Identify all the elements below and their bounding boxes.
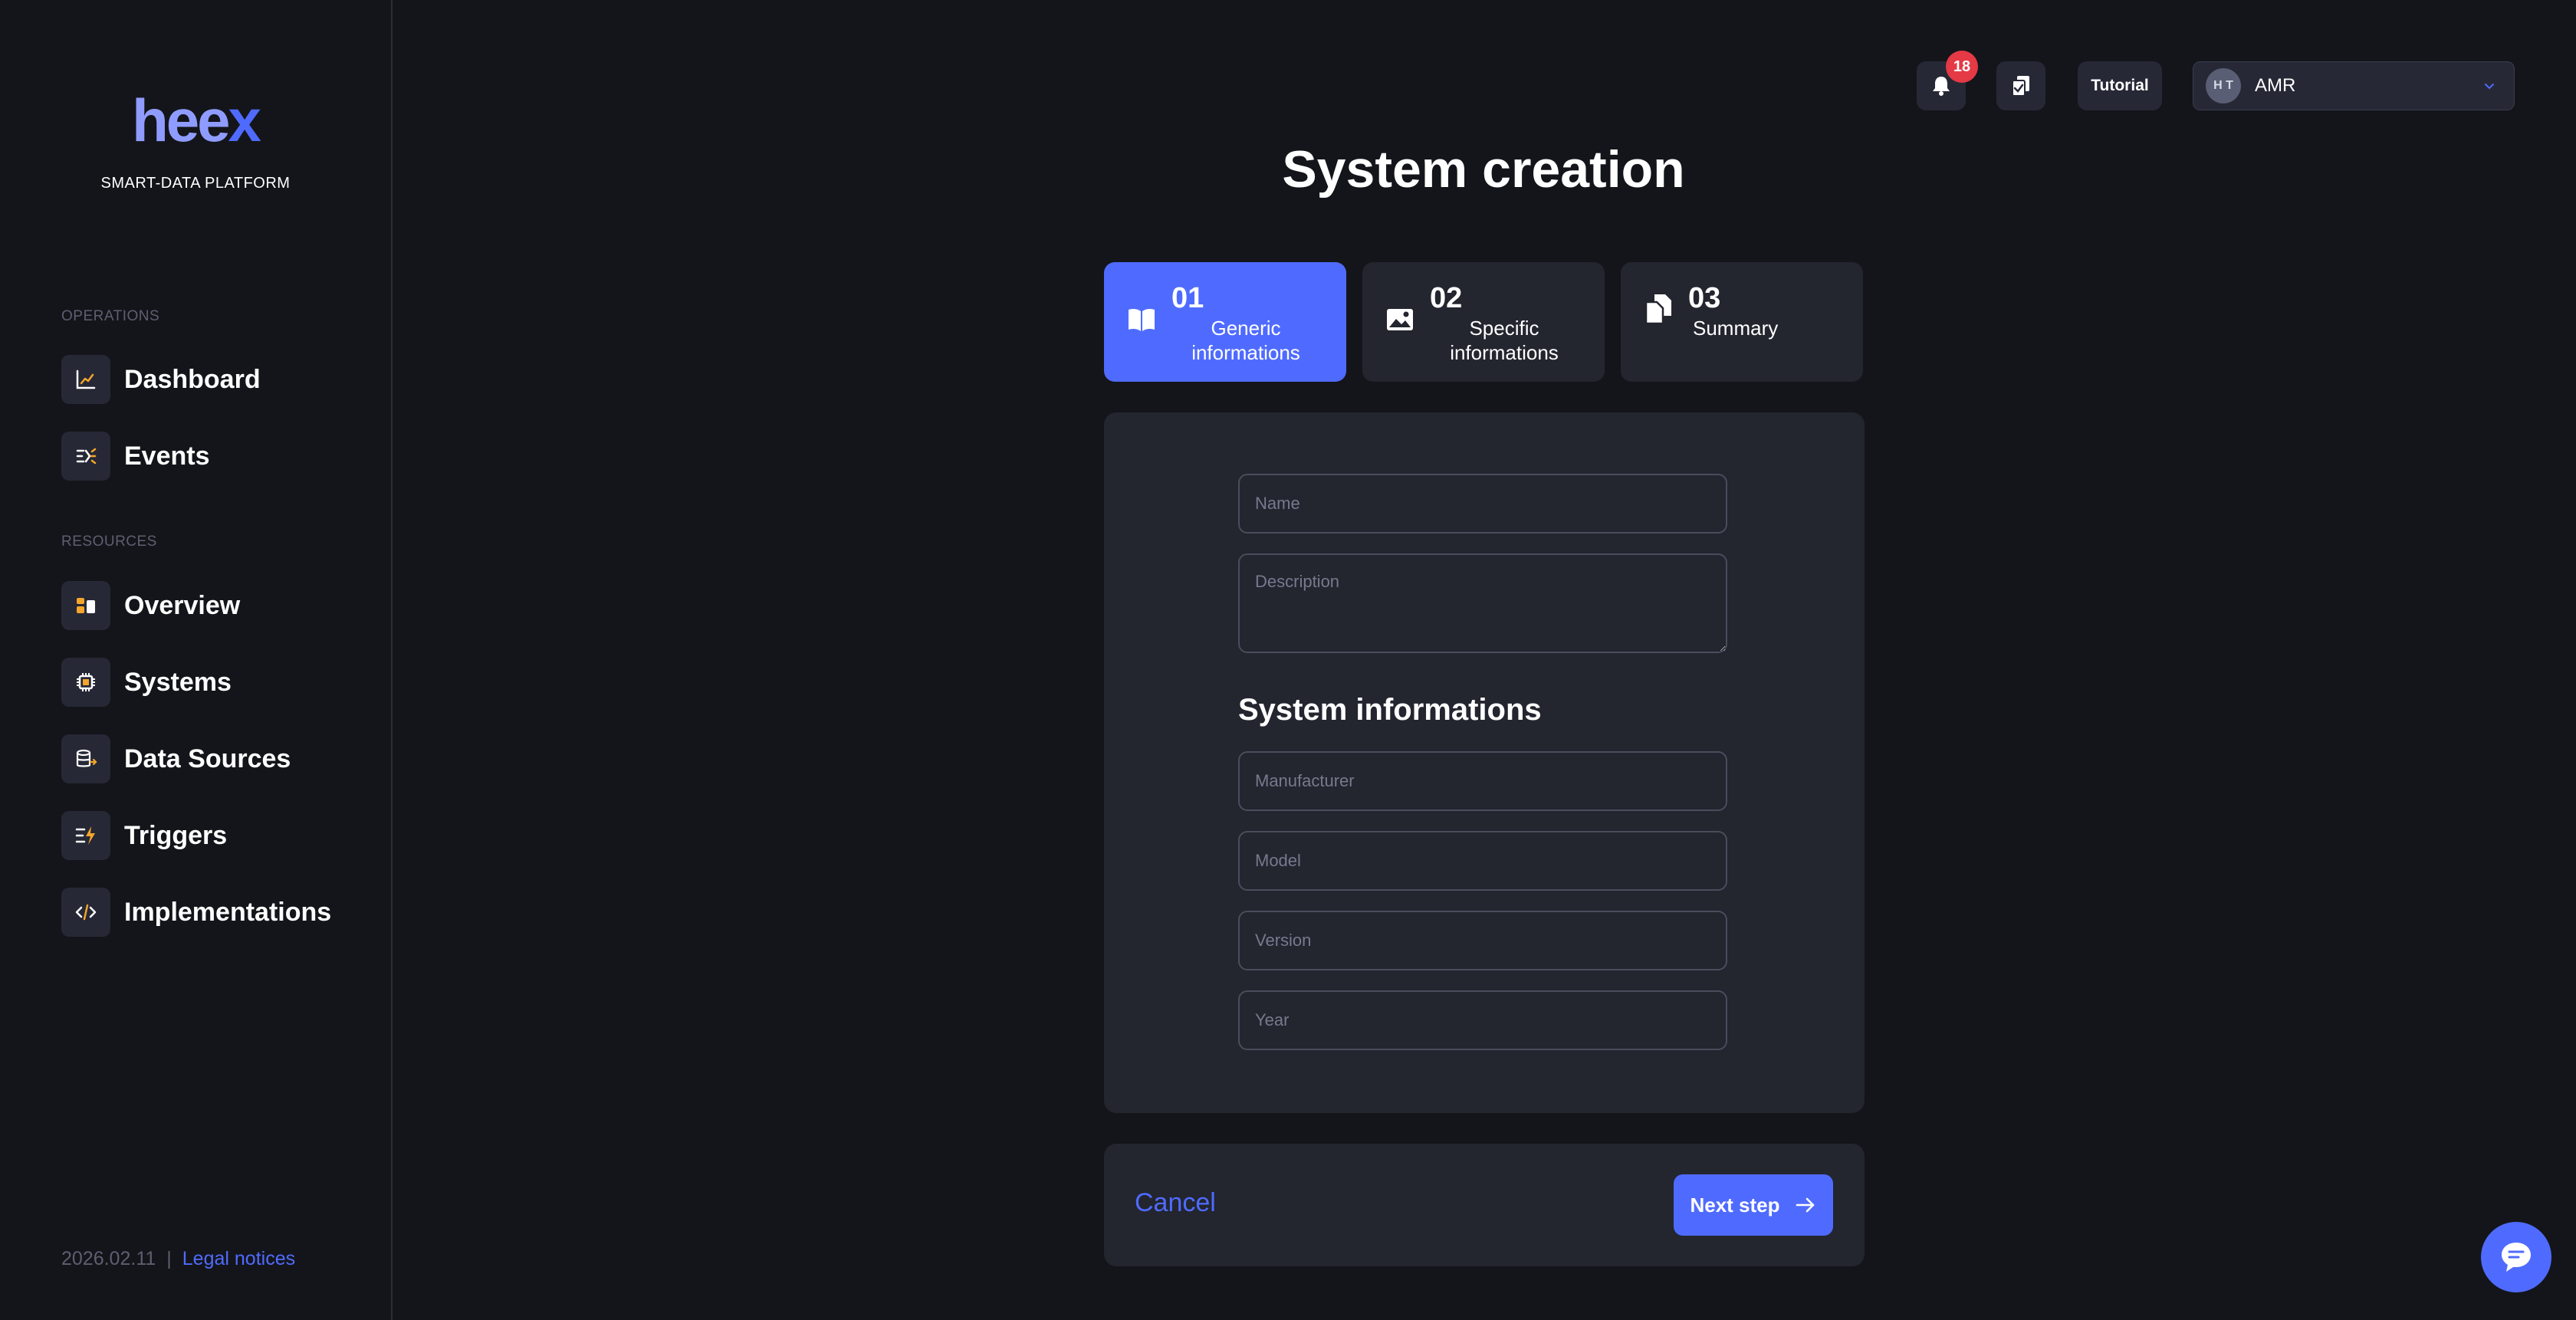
sidebar-item-overview[interactable]: Overview (61, 580, 240, 631)
step-label-line: informations (1191, 341, 1300, 364)
sidebar-footer: 2026.02.11 | Legal notices (61, 1248, 295, 1270)
step-summary[interactable]: 03 Summary (1621, 262, 1863, 382)
trigger-icon (61, 811, 110, 860)
logo[interactable]: heex (0, 90, 391, 150)
chat-support-button[interactable] (2481, 1222, 2551, 1292)
page-title: System creation (1282, 140, 1685, 199)
description-textarea[interactable] (1238, 553, 1727, 653)
sidebar-item-triggers[interactable]: Triggers (61, 810, 227, 861)
manufacturer-input[interactable] (1238, 751, 1727, 811)
avatar: H T (2206, 68, 2241, 103)
logo-text: hee (132, 87, 230, 154)
user-menu[interactable]: H T AMR (2193, 61, 2515, 110)
tutorial-button[interactable]: Tutorial (2078, 61, 2162, 110)
step-label-line: Specific (1469, 317, 1539, 340)
notification-badge: 18 (1946, 51, 1978, 83)
copy-icon (1644, 294, 1671, 325)
sidebar-item-events[interactable]: Events (61, 431, 210, 481)
model-input[interactable] (1238, 831, 1727, 891)
user-name: AMR (2255, 75, 2296, 96)
sidebar-item-label: Systems (124, 667, 232, 697)
form-card: System informations (1104, 412, 1865, 1113)
sidebar-item-data-sources[interactable]: Data Sources (61, 734, 291, 784)
section-label-resources: RESOURCES (61, 534, 157, 550)
chart-line-icon (61, 355, 110, 404)
step-generic-informations[interactable]: 01 Generic informations (1104, 262, 1346, 382)
book-icon (1129, 308, 1155, 331)
sidebar-item-systems[interactable]: Systems (61, 657, 232, 708)
sidebar-item-dashboard[interactable]: Dashboard (61, 354, 261, 405)
database-icon (61, 734, 110, 783)
sidebar-item-label: Implementations (124, 897, 332, 927)
step-number: 02 (1430, 282, 1463, 314)
image-icon (1387, 309, 1413, 330)
section-label-operations: OPERATIONS (61, 308, 160, 324)
step-number: 03 (1688, 282, 1721, 314)
sidebar-item-label: Data Sources (124, 744, 291, 773)
chevron-down-icon (2485, 84, 2494, 90)
sidebar-item-label: Events (124, 441, 210, 471)
code-icon (61, 888, 110, 937)
chat-icon (2502, 1243, 2531, 1272)
legal-notices-link[interactable]: Legal notices (182, 1248, 295, 1269)
step-label: Summary (1693, 317, 1779, 340)
system-informations-heading: System informations (1238, 693, 1542, 727)
sidebar-item-label: Dashboard (124, 364, 261, 394)
step-label-line: Generic (1211, 317, 1281, 340)
sidebar-item-implementations[interactable]: Implementations (61, 887, 331, 937)
action-bar: Cancel Next step (1104, 1144, 1865, 1266)
year-input[interactable] (1238, 990, 1727, 1050)
step-number: 01 (1171, 282, 1204, 314)
sidebar-item-label: Overview (124, 590, 241, 620)
step-label-line: informations (1450, 341, 1559, 364)
name-input[interactable] (1238, 474, 1727, 534)
sidebar: heex SMART-DATA PLATFORM OPERATIONS Dash… (0, 0, 393, 1320)
step-label: Specific informations (1447, 316, 1562, 365)
events-icon (61, 432, 110, 481)
arrow-right-icon (1796, 1197, 1814, 1213)
tasks-button[interactable] (1996, 61, 2045, 110)
next-step-button[interactable]: Next step (1674, 1174, 1833, 1236)
app-date: 2026.02.11 (61, 1248, 156, 1269)
sidebar-item-label: Triggers (124, 820, 228, 850)
footer-separator: | (166, 1248, 172, 1269)
cancel-button[interactable]: Cancel (1135, 1188, 1216, 1218)
step-label: Generic informations (1188, 316, 1303, 365)
next-step-label: Next step (1690, 1193, 1780, 1217)
overview-icon (61, 581, 110, 630)
version-input[interactable] (1238, 911, 1727, 970)
chip-icon (61, 658, 110, 707)
clipboard-check-icon (2012, 76, 2029, 97)
step-specific-informations[interactable]: 02 Specific informations (1362, 262, 1605, 382)
tagline: SMART-DATA PLATFORM (100, 175, 291, 192)
logo-accent: x (228, 87, 261, 154)
